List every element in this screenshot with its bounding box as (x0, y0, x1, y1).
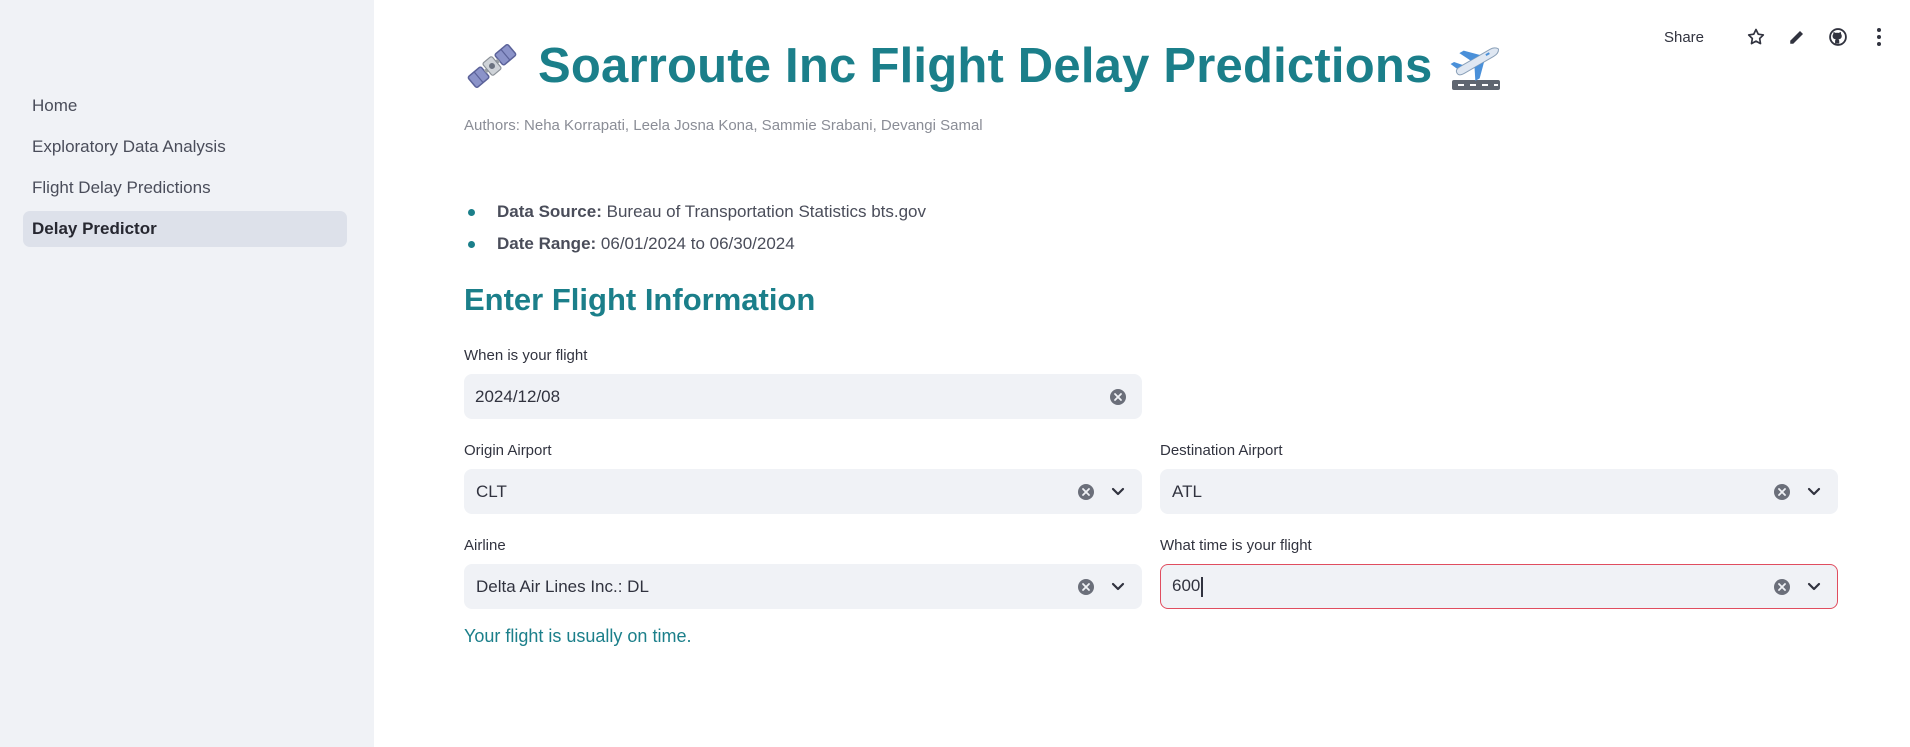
satellite-emoji-icon (464, 38, 520, 94)
sidebar-item-exploratory-data-analysis[interactable]: Exploratory Data Analysis (23, 129, 347, 165)
origin-label: Origin Airport (464, 442, 552, 459)
date-input[interactable]: 2024/12/08 (464, 374, 1142, 419)
sidebar-nav: Home Exploratory Data Analysis Flight De… (23, 88, 347, 252)
authors-caption: Authors: Neha Korrapati, Leela Josna Kon… (464, 117, 983, 134)
chevron-down-icon[interactable] (1109, 578, 1127, 596)
airline-value: Delta Air Lines Inc.: DL (476, 576, 649, 596)
chevron-down-icon[interactable] (1109, 483, 1127, 501)
date-value: 2024/12/08 (475, 386, 561, 406)
destination-value: ATL (1172, 481, 1202, 501)
info-list: Data Source: Bureau of Transportation St… (464, 196, 926, 260)
title-company: Soarroute Inc (538, 39, 857, 93)
time-label: What time is your flight (1160, 537, 1312, 554)
sidebar: Home Exploratory Data Analysis Flight De… (0, 0, 374, 747)
destination-select[interactable]: ATL (1160, 469, 1838, 514)
more-vertical-icon[interactable] (1868, 26, 1890, 48)
clear-icon[interactable] (1773, 483, 1791, 501)
star-icon[interactable] (1745, 26, 1767, 48)
data-source-label: Data Source: (497, 202, 602, 221)
clear-icon[interactable] (1077, 483, 1095, 501)
data-source-value: Bureau of Transportation Statistics bts.… (606, 202, 926, 221)
origin-value: CLT (476, 481, 507, 501)
clear-icon[interactable] (1109, 388, 1127, 406)
sidebar-item-flight-delay-predictions[interactable]: Flight Delay Predictions (23, 170, 347, 206)
bullet-dot (468, 241, 475, 248)
bullet-dot (468, 209, 475, 216)
date-label: When is your flight (464, 347, 588, 364)
sidebar-item-home[interactable]: Home (23, 88, 347, 124)
github-icon[interactable] (1827, 26, 1849, 48)
prediction-result: Your flight is usually on time. (464, 626, 692, 646)
airplane-departure-emoji-icon (1448, 38, 1504, 94)
airline-label: Airline (464, 537, 506, 554)
time-select[interactable]: 600 (1160, 564, 1838, 609)
clear-icon[interactable] (1077, 578, 1095, 596)
chevron-down-icon[interactable] (1805, 483, 1823, 501)
chevron-down-icon[interactable] (1805, 578, 1823, 596)
list-item-date-range: Date Range: 06/01/2024 to 06/30/2024 (464, 228, 926, 260)
airline-select[interactable]: Delta Air Lines Inc.: DL (464, 564, 1142, 609)
share-button[interactable]: Share (1664, 29, 1704, 46)
section-title: Enter Flight Information (464, 282, 816, 317)
clear-icon[interactable] (1773, 578, 1791, 596)
page-title: Soarroute Inc Flight Delay Predictions (464, 34, 1504, 98)
list-item-data-source: Data Source: Bureau of Transportation St… (464, 196, 926, 228)
title-main: Flight Delay Predictions (869, 39, 1433, 93)
origin-select[interactable]: CLT (464, 469, 1142, 514)
date-range-label: Date Range: (497, 234, 597, 253)
time-value: 600 (1161, 576, 1773, 597)
destination-label: Destination Airport (1160, 442, 1283, 459)
pencil-icon[interactable] (1786, 26, 1808, 48)
sidebar-item-delay-predictor[interactable]: Delay Predictor (23, 211, 347, 247)
top-toolbar: Share (1664, 24, 1890, 50)
date-range-value: 06/01/2024 to 06/30/2024 (600, 234, 795, 253)
